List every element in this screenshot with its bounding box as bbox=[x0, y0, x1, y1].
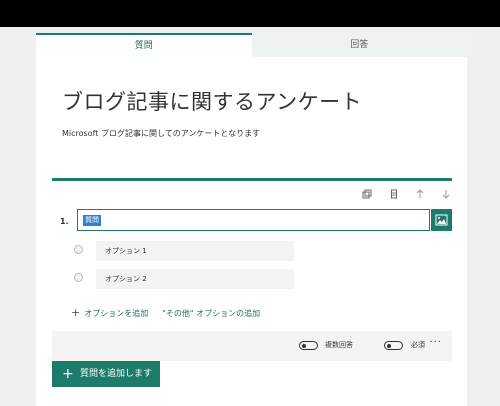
add-question-button[interactable]: + 質問を追加します bbox=[52, 361, 160, 387]
top-bar bbox=[0, 0, 500, 27]
question-text-input[interactable]: 質問 bbox=[77, 209, 430, 231]
option-2-input[interactable]: オプション 2 bbox=[96, 269, 294, 289]
add-option-link[interactable]: オプションを追加 bbox=[84, 309, 148, 318]
required-label: 必須 bbox=[411, 341, 425, 349]
insert-image-button[interactable] bbox=[431, 209, 452, 231]
tab-questions[interactable]: 質問 bbox=[36, 33, 252, 57]
option-1-input[interactable]: オプション 1 bbox=[96, 241, 294, 261]
tab-bar: 質問 回答 bbox=[36, 33, 467, 57]
move-down-icon[interactable] bbox=[441, 189, 451, 199]
tab-responses[interactable]: 回答 bbox=[251, 33, 467, 57]
insert-image-icon bbox=[435, 214, 448, 226]
question-text-value: 質問 bbox=[83, 215, 101, 226]
form-panel: 質問 回答 ブログ記事に関するアンケート Microsoft ブログ記事に関して… bbox=[36, 33, 467, 406]
question-number: 1. bbox=[60, 217, 69, 226]
add-other-option-link[interactable]: "その他" オプションの追加 bbox=[162, 309, 260, 318]
more-options-icon[interactable]: ··· bbox=[429, 337, 442, 348]
option-2-radio[interactable] bbox=[74, 273, 83, 282]
form-title[interactable]: ブログ記事に関するアンケート bbox=[62, 86, 362, 116]
form-subtitle[interactable]: Microsoft ブログ記事に関してのアンケートとなります bbox=[62, 128, 260, 139]
add-option-row: + オプションを追加 "その他" オプションの追加 bbox=[71, 306, 260, 319]
required-toggle[interactable] bbox=[384, 341, 403, 350]
add-question-label: 質問を追加します bbox=[80, 369, 153, 379]
question-settings-bar: 複数回答 必須 ··· bbox=[52, 331, 452, 361]
multiple-answers-toggle[interactable] bbox=[299, 341, 318, 350]
question-card: 1. 質問 オプション 1 オプション 2 + オプションを追加 "その他" オプシ… bbox=[52, 178, 452, 361]
add-question-plus-icon: + bbox=[62, 366, 74, 382]
delete-icon[interactable] bbox=[389, 189, 399, 199]
copy-icon[interactable] bbox=[362, 189, 372, 199]
move-up-icon[interactable] bbox=[415, 189, 425, 199]
option-1-radio[interactable] bbox=[74, 245, 83, 254]
multiple-answers-label: 複数回答 bbox=[325, 341, 353, 349]
plus-icon: + bbox=[71, 306, 81, 319]
